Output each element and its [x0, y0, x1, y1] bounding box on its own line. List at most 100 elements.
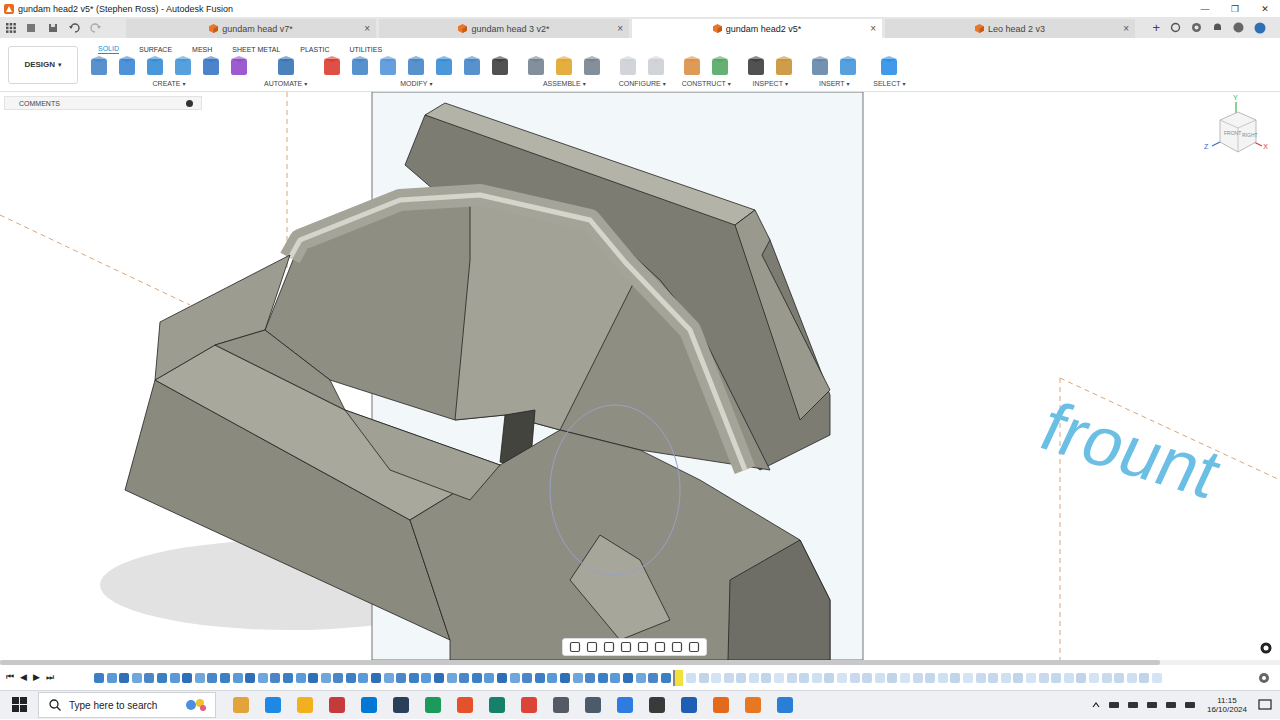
timeline-feature[interactable]: [573, 673, 583, 683]
timeline-feature[interactable]: [233, 673, 243, 683]
timeline-feature[interactable]: [157, 673, 167, 683]
timeline-feature[interactable]: [1102, 673, 1112, 683]
taskbar-app-icon[interactable]: [488, 696, 506, 714]
timeline-control-button[interactable]: ▶: [33, 672, 40, 683]
document-tab[interactable]: Leo head 2 v3×: [885, 19, 1135, 38]
tool-icon[interactable]: [709, 56, 731, 78]
timeline-feature[interactable]: [308, 673, 318, 683]
timeline-feature[interactable]: [220, 673, 230, 683]
timeline-feature[interactable]: [610, 673, 620, 683]
workspace-switcher[interactable]: DESIGN▾: [8, 46, 78, 84]
tab-close-button[interactable]: ×: [870, 23, 876, 34]
add-comment-icon[interactable]: [186, 100, 193, 107]
tool-icon[interactable]: [116, 56, 138, 78]
jobs-icon[interactable]: [1191, 22, 1202, 33]
toolbar-tab[interactable]: PLASTIC: [300, 46, 329, 54]
tool-icon[interactable]: [553, 56, 575, 78]
taskbar-app-icon[interactable]: [616, 696, 634, 714]
tray-status-icon[interactable]: [1127, 699, 1139, 711]
tray-status-icon[interactable]: [1108, 699, 1120, 711]
navigation-tool-icon[interactable]: [586, 641, 598, 653]
new-tab-button[interactable]: +: [1152, 20, 1160, 35]
timeline-feature[interactable]: [711, 673, 721, 683]
timeline-feature[interactable]: [258, 673, 268, 683]
tool-icon[interactable]: [525, 56, 547, 78]
timeline-feature[interactable]: [699, 673, 709, 683]
timeline-feature[interactable]: [510, 673, 520, 683]
taskbar-app-icon[interactable]: [552, 696, 570, 714]
toolbar-tab[interactable]: UTILITIES: [349, 46, 382, 54]
taskbar-app-icon[interactable]: [648, 696, 666, 714]
timeline-feature[interactable]: [598, 673, 608, 683]
taskbar-app-icon[interactable]: [776, 696, 794, 714]
tool-icon[interactable]: [878, 56, 900, 78]
timeline-feature[interactable]: [648, 673, 658, 683]
timeline-feature[interactable]: [472, 673, 482, 683]
timeline-feature[interactable]: [484, 673, 494, 683]
tab-close-button[interactable]: ×: [364, 23, 370, 34]
timeline-feature[interactable]: [812, 673, 822, 683]
timeline-feature[interactable]: [535, 673, 545, 683]
document-tab[interactable]: gundam head 3 v2*×: [379, 19, 629, 38]
toolbar-tab[interactable]: SOLID: [98, 45, 119, 54]
tray-status-icon[interactable]: [1184, 699, 1196, 711]
tool-icon[interactable]: [349, 56, 371, 78]
timeline-feature[interactable]: [875, 673, 885, 683]
timeline-feature[interactable]: [296, 673, 306, 683]
toolbar-tab[interactable]: SHEET METAL: [232, 46, 280, 54]
tray-status-icon[interactable]: [1165, 699, 1177, 711]
timeline-feature[interactable]: [623, 673, 633, 683]
tool-icon[interactable]: [321, 56, 343, 78]
timeline-feature[interactable]: [245, 673, 255, 683]
tool-icon[interactable]: [88, 56, 110, 78]
timeline-feature[interactable]: [976, 673, 986, 683]
app-grid-icon[interactable]: [6, 23, 16, 33]
taskbar-app-icon[interactable]: [712, 696, 730, 714]
timeline-feature[interactable]: [1001, 673, 1011, 683]
taskbar-app-icon[interactable]: [584, 696, 602, 714]
timeline-control-button[interactable]: ⏮: [6, 672, 14, 683]
view-cube-icon[interactable]: [1208, 96, 1268, 162]
tool-icon[interactable]: [645, 56, 667, 78]
taskbar-app-icon[interactable]: [744, 696, 762, 714]
tool-icon[interactable]: [405, 56, 427, 78]
save-icon[interactable]: [48, 23, 58, 33]
comments-panel[interactable]: COMMENTS: [4, 96, 202, 110]
timeline-feature[interactable]: [887, 673, 897, 683]
timeline-feature[interactable]: [787, 673, 797, 683]
tool-group-label[interactable]: INSERT▾: [819, 80, 850, 87]
view-cube-face[interactable]: RIGHT: [1242, 132, 1258, 138]
timeline-feature[interactable]: [346, 673, 356, 683]
redo-icon[interactable]: [90, 23, 102, 33]
timeline-feature[interactable]: [661, 673, 671, 683]
timeline-feature[interactable]: [283, 673, 293, 683]
timeline-feature[interactable]: [497, 673, 507, 683]
taskbar-clock[interactable]: 11:1516/10/2024: [1203, 696, 1251, 714]
timeline-feature[interactable]: [384, 673, 394, 683]
search-highlight-icon[interactable]: [183, 697, 209, 713]
timeline-feature[interactable]: [421, 673, 431, 683]
notification-bell-icon[interactable]: [1212, 22, 1223, 33]
timeline-feature[interactable]: [270, 673, 280, 683]
timeline-feature[interactable]: [636, 673, 646, 683]
timeline-feature[interactable]: [119, 673, 129, 683]
timeline-feature[interactable]: [522, 673, 532, 683]
timeline-feature[interactable]: [396, 673, 406, 683]
sketch-ellipse[interactable]: [550, 405, 680, 575]
taskbar-app-icon[interactable]: [232, 696, 250, 714]
tool-icon[interactable]: [172, 56, 194, 78]
tool-group-label[interactable]: CONSTRUCT▾: [682, 80, 731, 87]
document-tab[interactable]: gundam head2 v5*×: [632, 19, 882, 38]
navigation-tool-icon[interactable]: [671, 641, 683, 653]
timeline-feature[interactable]: [1064, 673, 1074, 683]
user-avatar-icon[interactable]: [1254, 22, 1266, 34]
tool-icon[interactable]: [461, 56, 483, 78]
tool-icon[interactable]: [809, 56, 831, 78]
window-control-button[interactable]: —: [1190, 4, 1220, 14]
toolbar-tab[interactable]: SURFACE: [139, 46, 172, 54]
timeline-feature[interactable]: [321, 673, 331, 683]
timeline-feature[interactable]: [925, 673, 935, 683]
tool-icon[interactable]: [275, 56, 297, 78]
timeline-feature[interactable]: [736, 673, 746, 683]
taskbar-app-icon[interactable]: [328, 696, 346, 714]
